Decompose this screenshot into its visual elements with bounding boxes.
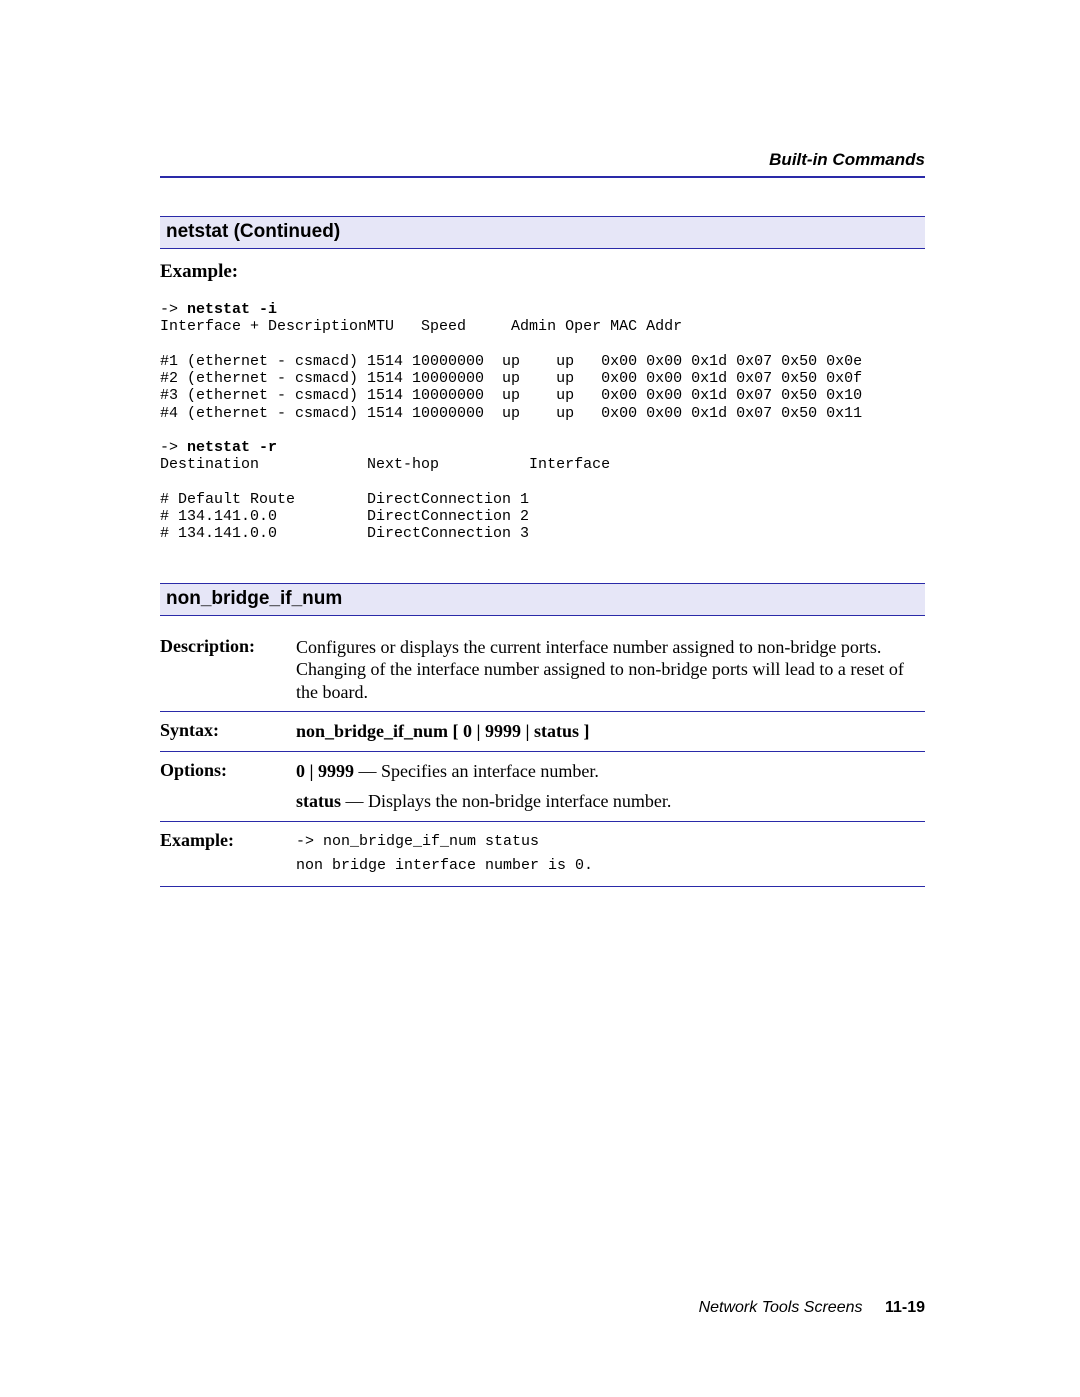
table-row: Options: 0 | 9999 — Specifies an interfa…: [160, 751, 925, 821]
prompt: ->: [160, 439, 187, 456]
syntax-text: non_bridge_if_num [ 0 | 9999 | status ]: [296, 721, 589, 741]
option-line: 0 | 9999 — Specifies an interface number…: [296, 760, 925, 783]
definition-table: Description: Configures or displays the …: [160, 628, 925, 887]
output-line: #3 (ethernet - csmacd) 1514 10000000 up …: [160, 387, 862, 404]
command: non_bridge_if_num status: [323, 833, 539, 850]
row-body-options: 0 | 9999 — Specifies an interface number…: [296, 751, 925, 821]
option-text: — Specifies an interface number.: [354, 761, 599, 781]
table-row: Description: Configures or displays the …: [160, 628, 925, 712]
netstat-example-block: -> netstat -i Interface + DescriptionMTU…: [160, 301, 925, 543]
command: netstat -r: [187, 439, 277, 456]
output-line: #4 (ethernet - csmacd) 1514 10000000 up …: [160, 405, 862, 422]
prompt: ->: [296, 833, 323, 850]
table-row: Example: -> non_bridge_if_num status non…: [160, 821, 925, 886]
row-label-options: Options:: [160, 751, 296, 821]
table-row: Syntax: non_bridge_if_num [ 0 | 9999 | s…: [160, 712, 925, 752]
page-footer: Network Tools Screens 11-19: [160, 1299, 925, 1317]
output-line: # 134.141.0.0 DirectConnection 2: [160, 508, 529, 525]
option-key: 0 | 9999: [296, 761, 354, 781]
option-line: status — Displays the non-bridge interfa…: [296, 790, 925, 813]
footer-page-number: 11-19: [885, 1299, 925, 1316]
output-line: Interface + DescriptionMTU Speed Admin O…: [160, 318, 682, 335]
output-line: # 134.141.0.0 DirectConnection 3: [160, 525, 529, 542]
page: Built-in Commands netstat (Continued) Ex…: [0, 0, 1080, 1397]
row-label-syntax: Syntax:: [160, 712, 296, 752]
example-code: -> non_bridge_if_num status non bridge i…: [296, 830, 925, 878]
output-line: # Default Route DirectConnection 1: [160, 491, 529, 508]
output-line: Destination Next-hop Interface: [160, 456, 610, 473]
example-label: Example:: [160, 261, 925, 283]
row-body-description: Configures or displays the current inter…: [296, 628, 925, 712]
row-label-example: Example:: [160, 821, 296, 886]
output-line: #2 (ethernet - csmacd) 1514 10000000 up …: [160, 370, 862, 387]
row-body-example: -> non_bridge_if_num status non bridge i…: [296, 821, 925, 886]
output-line: non bridge interface number is 0.: [296, 857, 593, 874]
output-line: #1 (ethernet - csmacd) 1514 10000000 up …: [160, 353, 862, 370]
section-heading-netstat: netstat (Continued): [160, 216, 925, 249]
section-heading-non-bridge: non_bridge_if_num: [160, 583, 925, 616]
row-label-description: Description:: [160, 628, 296, 712]
running-head: Built-in Commands: [160, 150, 925, 178]
footer-title: Network Tools Screens: [699, 1299, 863, 1316]
option-key: status: [296, 791, 341, 811]
prompt: ->: [160, 301, 187, 318]
option-text: — Displays the non-bridge interface numb…: [341, 791, 671, 811]
row-body-syntax: non_bridge_if_num [ 0 | 9999 | status ]: [296, 712, 925, 752]
command: netstat -i: [187, 301, 277, 318]
